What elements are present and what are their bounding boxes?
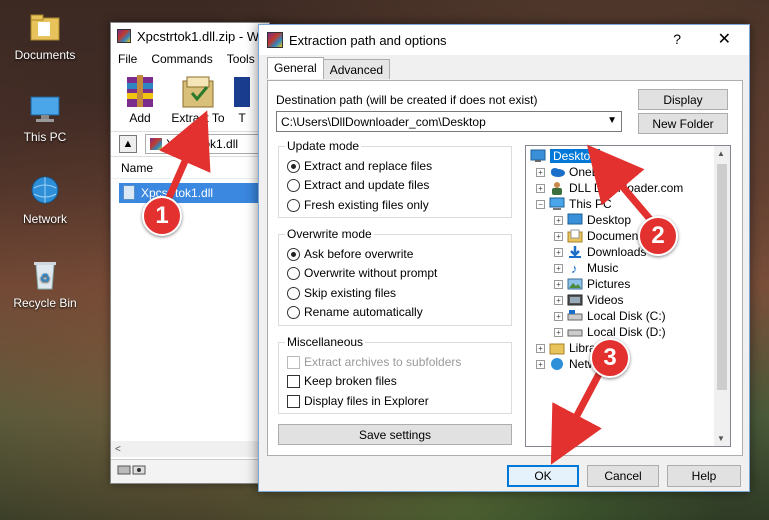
step-badge-2: 2 xyxy=(638,216,678,256)
step-badge-3: 3 xyxy=(590,338,630,378)
step-badge-1: 1 xyxy=(142,196,182,236)
tab-general[interactable]: General xyxy=(267,57,324,79)
arrow-2 xyxy=(586,144,658,228)
annotation-arrows xyxy=(159,110,658,465)
arrow-3 xyxy=(550,370,604,465)
arrow-1 xyxy=(159,110,211,202)
